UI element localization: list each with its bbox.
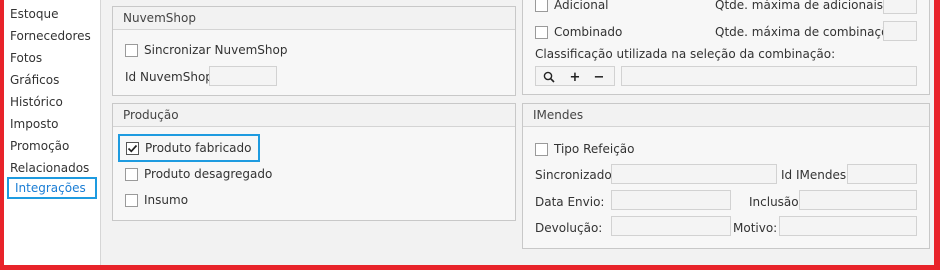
sidebar-item-promocao[interactable]: Promoção: [10, 136, 69, 156]
sidebar-item-relacionados[interactable]: Relacionados: [10, 158, 89, 178]
search-button[interactable]: [538, 67, 560, 87]
devolucao-input[interactable]: [611, 216, 731, 236]
nuvemshop-panel: NuvemShop Sincronizar NuvemShop Id Nuvem…: [112, 6, 516, 96]
adicional-checkbox[interactable]: Adicional: [535, 0, 609, 14]
app-window: Estoque Fornecedores Fotos Gráficos Hist…: [4, 0, 934, 265]
search-icon: [543, 71, 555, 83]
sync-nuvemshop-label: Sincronizar NuvemShop: [144, 43, 288, 57]
sidebar-item-imposto[interactable]: Imposto: [10, 114, 59, 134]
checkbox-box[interactable]: [535, 0, 548, 12]
sidebar-item-historico[interactable]: Histórico: [10, 92, 63, 112]
checkbox-box[interactable]: [125, 43, 138, 57]
max-adicionais-input[interactable]: [883, 0, 917, 14]
combinacao-panel: Adicional Qtde. máxima de adicionais: Co…: [522, 0, 930, 95]
checkbox-box[interactable]: [535, 25, 548, 39]
sincronizado-input[interactable]: [611, 164, 777, 184]
sidebar-item-graficos[interactable]: Gráficos: [10, 70, 59, 90]
checkbox-box[interactable]: [125, 167, 138, 181]
classificacao-label: Classificação utilizada na seleção da co…: [535, 47, 836, 61]
check-icon: [127, 144, 138, 153]
sync-nuvemshop-checkbox[interactable]: Sincronizar NuvemShop: [125, 41, 287, 59]
combinado-label: Combinado: [554, 25, 623, 39]
adicional-label: Adicional: [554, 0, 609, 12]
imendes-panel: IMendes Tipo Refeição Sincronizado: Id I…: [522, 103, 930, 249]
max-adicionais-label: Qtde. máxima de adicionais:: [715, 0, 888, 12]
inclusao-label: Inclusão:: [749, 195, 803, 209]
inclusao-input[interactable]: [799, 190, 917, 210]
sidebar-item-integracoes[interactable]: Integrações: [7, 177, 97, 199]
insumo-label: Insumo: [144, 193, 189, 207]
max-combinacoes-label: Qtde. máxima de combinações:: [715, 25, 907, 39]
producao-panel: Produção Produto fabricado Produto desag…: [112, 103, 516, 221]
sidebar-item-fornecedores[interactable]: Fornecedores: [10, 26, 91, 46]
classificacao-toolbar: + −: [535, 66, 615, 86]
classificacao-input[interactable]: [621, 66, 917, 86]
nuvemshop-title: NuvemShop: [113, 7, 515, 30]
insumo-checkbox[interactable]: Insumo: [125, 191, 188, 209]
produto-desagregado-checkbox[interactable]: Produto desagregado: [125, 165, 272, 183]
sidebar-item-estoque[interactable]: Estoque: [10, 4, 59, 24]
data-envio-input[interactable]: [611, 190, 731, 210]
imendes-title: IMendes: [523, 104, 929, 127]
id-nuvemshop-label: Id NuvemShop:: [125, 70, 217, 84]
motivo-label: Motivo:: [733, 221, 778, 235]
produto-fabricado-label: Produto fabricado: [145, 141, 252, 155]
devolucao-label: Devolução:: [535, 221, 603, 235]
tipo-refeicao-checkbox[interactable]: Tipo Refeição: [535, 140, 634, 158]
sidebar-item-fotos[interactable]: Fotos: [10, 48, 42, 68]
checkbox-checked-box[interactable]: [126, 141, 139, 155]
checkbox-box[interactable]: [535, 142, 548, 156]
id-imendes-input[interactable]: [847, 164, 917, 184]
tipo-refeicao-label: Tipo Refeição: [554, 142, 635, 156]
id-nuvemshop-input[interactable]: [209, 66, 277, 86]
max-combinacoes-input[interactable]: [883, 21, 917, 41]
combinado-checkbox[interactable]: Combinado: [535, 23, 622, 41]
sincronizado-label: Sincronizado:: [535, 168, 616, 182]
producao-title: Produção: [113, 104, 515, 127]
data-envio-label: Data Envio:: [535, 195, 605, 209]
add-button[interactable]: +: [564, 67, 586, 87]
remove-button[interactable]: −: [588, 67, 610, 87]
sidebar: Estoque Fornecedores Fotos Gráficos Hist…: [4, 0, 101, 265]
checkbox-box[interactable]: [125, 193, 138, 207]
motivo-input[interactable]: [779, 216, 917, 236]
produto-desagregado-label: Produto desagregado: [144, 167, 273, 181]
produto-fabricado-checkbox[interactable]: Produto fabricado: [118, 134, 260, 162]
id-imendes-label: Id IMendes:: [781, 168, 851, 182]
